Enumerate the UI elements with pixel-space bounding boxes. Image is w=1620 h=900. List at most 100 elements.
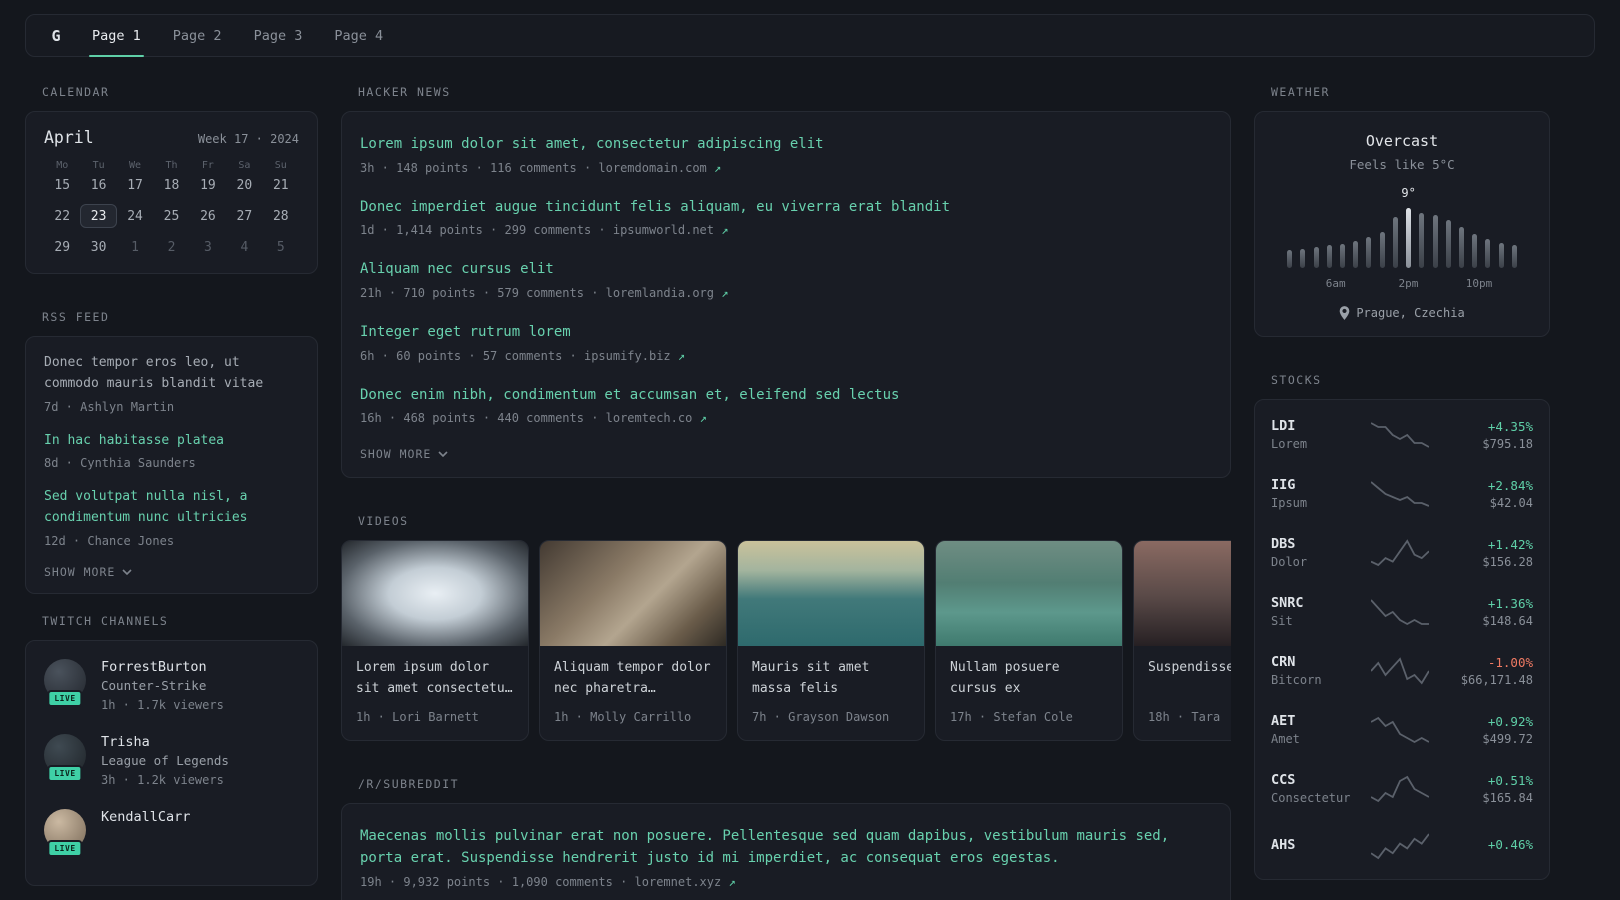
weather-hour-bar [1349, 208, 1362, 268]
hn-story: Lorem ipsum dolor sit amet, consectetur … [360, 134, 1212, 177]
calendar-day: 19 [200, 178, 216, 193]
hn-story-meta: 1d · 1,414 points · 299 comments · ipsum… [360, 223, 729, 238]
hn-story: Integer eget rutrum lorem 6h · 60 points… [360, 322, 1212, 365]
subreddit-post: Maecenas mollis pulvinar erat non posuer… [360, 826, 1212, 890]
weather-hour-bar [1376, 208, 1389, 268]
calendar-day: 3 [204, 240, 212, 255]
page-tab[interactable]: Page 1 [76, 15, 157, 57]
stock-row[interactable]: IIG Ipsum +2.84% $42.04 [1271, 464, 1533, 523]
video-card[interactable]: Aliquam tempor dolor nec pharetra… 1h · … [539, 540, 727, 742]
weather-hour-bar [1442, 208, 1455, 268]
hn-story: Donec imperdiet augue tincidunt felis al… [360, 197, 1212, 240]
hn-story-link[interactable]: Aliquam nec cursus elit [360, 259, 1212, 281]
weather-location: Prague, Czechia [1271, 306, 1533, 320]
channel-game: Counter-Strike [101, 677, 207, 693]
rss-article-link[interactable]: Sed volutpat nulla nisl, a condimentum n… [44, 487, 299, 550]
stock-change: +0.92% [1487, 713, 1533, 729]
rss-article-link[interactable]: Donec tempor eros leo, ut commodo mauris… [44, 353, 299, 416]
rss-show-more-button[interactable]: SHOW MORE [44, 565, 132, 579]
weather-hour-bar [1468, 208, 1481, 268]
external-link-icon: ↗ [699, 411, 707, 426]
hn-story-meta: 21h · 710 points · 579 comments · loreml… [360, 286, 729, 301]
channel-meta: 3h · 1.2k viewers [101, 772, 224, 787]
weather-hour-bar [1495, 208, 1508, 268]
stock-symbol: AHS [1271, 836, 1296, 853]
hacker-news-widget: HACKER NEWS Lorem ipsum dolor sit amet, … [341, 85, 1231, 479]
video-card[interactable]: Suspendisse diam 18h · Tara [1133, 540, 1231, 742]
twitch-card: LIVE ForrestBurton Counter-Strike 1h · 1… [25, 639, 318, 886]
stock-sparkline [1371, 597, 1429, 627]
channel-game: League of Legends [101, 752, 229, 768]
calendar-day: 15 [54, 178, 71, 193]
weather-hour-bar: 9° [1401, 186, 1416, 268]
day-of-week-label: Th [165, 160, 178, 171]
weather-peak-temp: 9° [1401, 186, 1416, 200]
twitch-section-title: TWITCH CHANNELS [42, 613, 169, 628]
subreddit-post-link[interactable]: Maecenas mollis pulvinar erat non posuer… [360, 826, 1212, 869]
stock-row[interactable]: AET Amet +0.92% $499.72 [1271, 700, 1533, 759]
subreddit-widget: /R/SUBREDDIT Maecenas mollis pulvinar er… [341, 777, 1231, 900]
stock-row[interactable]: SNRC Sit +1.36% $148.64 [1271, 582, 1533, 641]
hn-story-link[interactable]: Donec imperdiet augue tincidunt felis al… [360, 197, 1212, 219]
video-card[interactable]: Lorem ipsum dolor sit amet consectetu… 1… [341, 540, 529, 742]
calendar-day: 1 [131, 240, 139, 255]
stock-row[interactable]: CCS Consectetur +0.51% $165.84 [1271, 759, 1533, 818]
stock-sparkline [1371, 656, 1429, 686]
live-badge: LIVE [47, 839, 83, 857]
page-tab[interactable]: Page 3 [238, 15, 319, 56]
video-meta: 18h · Tara [1148, 710, 1221, 725]
channel-meta: 1h · 1.7k viewers [101, 697, 224, 712]
weather-feels-like: Feels like 5°C [1349, 157, 1455, 172]
video-meta: 1h · Lori Barnett [356, 710, 479, 725]
stock-row[interactable]: LDI Lorem +4.35% $795.18 [1271, 405, 1533, 464]
twitch-channel[interactable]: LIVE KendallCarr [44, 808, 299, 857]
middle-column: HACKER NEWS Lorem ipsum dolor sit amet, … [341, 85, 1231, 900]
hn-story-link[interactable]: Integer eget rutrum lorem [360, 322, 1212, 344]
channel-name: Trisha [101, 733, 150, 750]
page-tabs: Page 1 Page 2 Page 3 Page 4 [76, 15, 399, 57]
rss-card: Donec tempor eros leo, ut commodo mauris… [25, 336, 318, 594]
stock-sparkline [1371, 420, 1429, 450]
stock-price: $66,171.48 [1460, 672, 1533, 687]
external-link-icon: ↗ [721, 223, 729, 238]
hn-section-title: HACKER NEWS [358, 85, 451, 99]
stock-row[interactable]: CRN Bitcorn -1.00% $66,171.48 [1271, 641, 1533, 700]
twitch-channel[interactable]: LIVE ForrestBurton Counter-Strike 1h · 1… [44, 658, 299, 714]
hn-show-more-button[interactable]: SHOW MORE [360, 447, 448, 461]
rss-article-link[interactable]: In hac habitasse platea 8d · Cynthia Sau… [44, 431, 299, 473]
video-card[interactable]: Nullam posuere cursus ex 17h · Stefan Co… [935, 540, 1123, 742]
calendar-card: April Week 17 · 2024 Mo Tu We Th Fr Sa Su 15 16… [25, 111, 318, 274]
hn-story-meta: 6h · 60 points · 57 comments · ipsumify.… [360, 348, 686, 363]
calendar-day: 20 [236, 178, 253, 193]
subreddit-post-meta: 19h · 9,932 points · 1,090 comments · lo… [360, 874, 736, 889]
chevron-down-icon [438, 451, 448, 458]
calendar-day: 26 [200, 209, 216, 224]
stock-row[interactable]: DBS Dolor +1.42% $156.28 [1271, 523, 1533, 582]
twitch-channel[interactable]: LIVE Trisha League of Legends 3h · 1.2k … [44, 733, 299, 789]
hn-story: Aliquam nec cursus elit 21h · 710 points… [360, 259, 1212, 302]
stock-symbol: CCS [1271, 772, 1296, 788]
stocks-section-title: STOCKS [1271, 373, 1322, 387]
stock-name: Consectetur [1271, 791, 1351, 805]
page-tab[interactable]: Page 2 [157, 15, 238, 56]
video-thumbnail [936, 541, 1122, 647]
day-of-week-label: Sa [238, 160, 251, 171]
page-tab[interactable]: Page 4 [318, 15, 399, 56]
dashboard: CALENDAR April Week 17 · 2024 Mo Tu We Th Fr… [0, 57, 1620, 900]
stock-price: $156.28 [1482, 554, 1533, 569]
stock-name: Bitcorn [1271, 673, 1322, 687]
calendar-day: 30 [90, 240, 107, 255]
app-logo[interactable]: G [36, 27, 76, 45]
right-column: WEATHER Overcast Feels like 5°C 9° 6am 2… [1254, 85, 1550, 900]
weather-hour-label: 6am [1325, 277, 1346, 290]
stock-change: +2.84% [1487, 477, 1533, 493]
hn-story-link[interactable]: Lorem ipsum dolor sit amet, consectetur … [360, 134, 1212, 156]
calendar-day: 4 [240, 240, 249, 255]
video-meta: 1h · Molly Carrillo [554, 710, 692, 725]
chevron-down-icon [122, 569, 132, 575]
stock-row[interactable]: AHS +0.46% [1271, 818, 1533, 874]
video-card[interactable]: Mauris sit amet massa felis 7h · Grayson… [737, 540, 925, 742]
hn-story-link[interactable]: Donec enim nibh, condimentum et accumsan… [360, 385, 1212, 407]
external-link-icon: ↗ [721, 286, 729, 301]
video-thumbnail [540, 541, 726, 647]
